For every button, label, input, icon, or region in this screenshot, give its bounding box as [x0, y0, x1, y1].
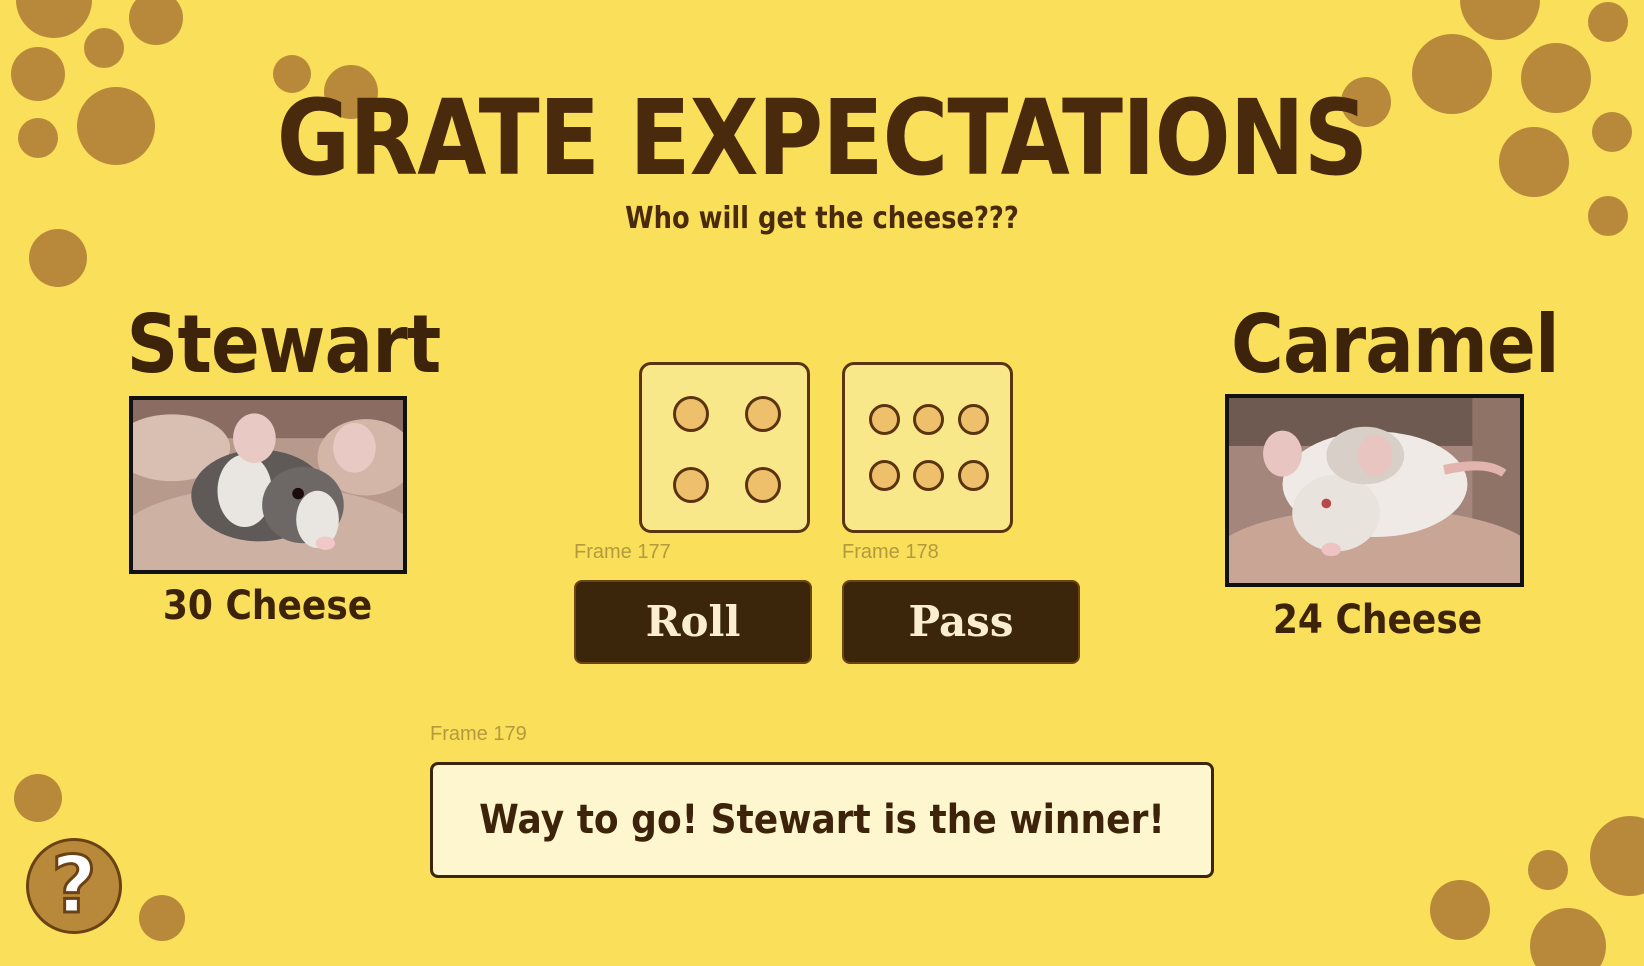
die-pip	[869, 460, 900, 491]
die-pip	[673, 396, 709, 432]
frame-label: Frame 178	[842, 541, 939, 563]
game-subtitle: Who will get the cheese???	[625, 201, 1019, 236]
help-button[interactable]: ?	[26, 838, 122, 934]
die-pip	[913, 460, 944, 491]
die-pip	[745, 396, 781, 432]
die-right	[842, 362, 1013, 533]
player-name: Stewart	[126, 298, 442, 391]
winner-message: Way to go! Stewart is the winner!	[479, 797, 1165, 843]
die-left	[639, 362, 810, 533]
die-pip	[673, 467, 709, 503]
game-title: GRATE EXPECTATIONS	[276, 77, 1368, 199]
die-pip	[958, 460, 989, 491]
player-photo-stewart	[129, 396, 407, 574]
die-pip	[913, 404, 944, 435]
player-score: 24 Cheese	[1272, 597, 1483, 643]
die-pip	[958, 404, 989, 435]
frame-label: Frame 177	[574, 541, 671, 563]
pass-button[interactable]: Pass	[842, 580, 1080, 664]
message-box: Way to go! Stewart is the winner!	[430, 762, 1214, 878]
roll-button[interactable]: Roll	[574, 580, 812, 664]
question-mark-icon: ?	[50, 840, 98, 933]
player-score: 30 Cheese	[162, 583, 373, 629]
frame-label: Frame 179	[430, 723, 527, 745]
die-pip	[745, 467, 781, 503]
player-photo-caramel	[1225, 394, 1524, 587]
die-pip	[869, 404, 900, 435]
player-name: Caramel	[1231, 298, 1560, 391]
